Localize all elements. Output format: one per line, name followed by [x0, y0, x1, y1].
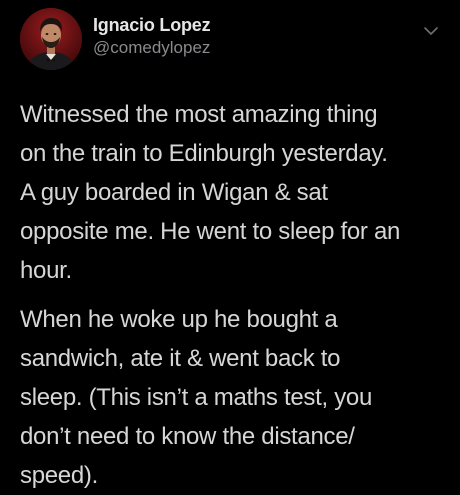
chevron-down-icon[interactable]: [422, 22, 440, 40]
user-handle[interactable]: @comedylopez: [93, 37, 210, 59]
tweet-paragraph: Witnessed the most amazing thing on the …: [20, 101, 401, 284]
avatar-image: [20, 8, 82, 70]
display-name[interactable]: Ignacio Lopez: [93, 14, 211, 36]
avatar[interactable]: [20, 8, 82, 70]
tweet-card: Ignacio Lopez @comedylopez Witnessed the…: [0, 0, 460, 491]
author-names: Ignacio Lopez @comedylopez: [93, 14, 211, 59]
tweet-text: Witnessed the most amazing thing on the …: [20, 95, 450, 495]
tweet-paragraph: When he woke up he bought a sandwich, at…: [20, 306, 373, 489]
tweet-header: Ignacio Lopez @comedylopez: [20, 8, 440, 70]
